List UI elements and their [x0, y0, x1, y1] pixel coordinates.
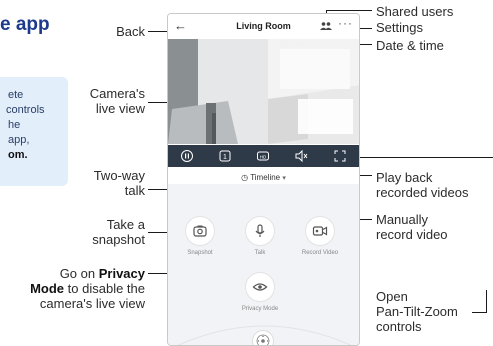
mute-icon[interactable] — [294, 149, 308, 163]
phone-screen: ← Living Room ··· 2021-06-02 13:51:27 1 … — [167, 13, 360, 346]
label-snapshot-line2: snapshot — [92, 232, 145, 247]
label-live-view-line2: live view — [95, 101, 145, 116]
record-video-button[interactable] — [305, 216, 335, 246]
snapshot-label: Snapshot — [187, 250, 213, 256]
info-box: ete controls he app, om. — [0, 77, 68, 186]
label-date-time: Date & time — [376, 38, 444, 53]
info-line-1: ete — [8, 89, 24, 101]
privacy-rest-2: camera's live view — [39, 296, 145, 311]
fullscreen-icon[interactable] — [333, 149, 347, 163]
label-snapshot-line1: Take a — [106, 217, 145, 232]
label-ptz-line1: Open — [376, 289, 408, 304]
label-settings: Settings — [376, 20, 423, 35]
label-privacy-mode: Go on Privacy Mode to disable the camera… — [20, 266, 145, 311]
leader-ptz-v — [486, 290, 487, 313]
live-view-image — [168, 39, 359, 144]
info-line-2: controls — [6, 104, 45, 116]
label-play-back-line1: Play back — [376, 170, 433, 185]
eye-icon — [252, 283, 268, 291]
info-line-5: om. — [8, 149, 28, 161]
microphone-icon — [255, 224, 265, 237]
label-talk-line2: talk — [124, 183, 145, 198]
date-time-stamp: 2021-06-02 13:51:27 — [275, 41, 355, 49]
hd-icon[interactable]: HD — [256, 149, 270, 163]
pause-icon[interactable] — [180, 149, 194, 163]
ptz-joystick-icon — [256, 334, 270, 345]
svg-text:1: 1 — [223, 154, 227, 161]
label-live-view-line1: Camera's — [89, 86, 145, 101]
more-settings-icon[interactable]: ··· — [338, 16, 353, 30]
label-ptz-line2: Pan-Tilt-Zoom — [376, 304, 458, 319]
one-x-icon[interactable]: 1 — [218, 149, 232, 163]
info-line-3: he — [8, 119, 21, 131]
leader-shared-users-h — [326, 10, 372, 11]
snapshot-button[interactable] — [185, 216, 215, 246]
record-video-label: Record Video — [301, 250, 339, 256]
info-line-4: app, — [8, 134, 30, 146]
privacy-bold-2: Mode — [30, 281, 65, 296]
label-two-way-talk: Two-way talk — [70, 168, 145, 198]
talk-label: Talk — [254, 250, 266, 256]
leader-ptz-h — [472, 312, 486, 313]
talk-button[interactable] — [245, 216, 275, 246]
label-ptz-line3: controls — [376, 319, 422, 334]
action-panel: Snapshot Talk Record Video Privacy Mode — [168, 184, 359, 345]
timeline-selector[interactable]: ◷ Timeline ▾ — [168, 173, 359, 182]
label-back: Back — [116, 24, 145, 39]
video-control-bar: 1 HD — [168, 145, 359, 167]
shared-users-icon[interactable] — [320, 22, 332, 30]
privacy-mode-button[interactable] — [245, 272, 275, 302]
record-video-icon — [312, 226, 328, 236]
privacy-bold: Privacy — [98, 266, 145, 281]
leader-control-bar — [360, 157, 493, 158]
label-manual-record: Manually record video — [376, 212, 448, 242]
svg-text:HD: HD — [260, 154, 267, 159]
ptz-control-button[interactable] — [252, 330, 274, 345]
privacy-prefix: Go on — [59, 266, 96, 281]
timeline-label: Timeline — [250, 173, 281, 182]
clock-icon: ◷ — [241, 173, 249, 182]
app-top-bar: ← Living Room ··· — [168, 14, 359, 39]
section-heading: e app — [0, 14, 50, 35]
label-talk-line1: Two-way — [93, 168, 145, 183]
label-manual-record-line2: record video — [376, 227, 448, 242]
chevron-down-icon: ▾ — [282, 175, 286, 182]
label-live-view: Camera's live view — [70, 86, 145, 116]
camera-live-view[interactable]: 2021-06-02 13:51:27 — [168, 39, 359, 144]
label-shared-users: Shared users — [376, 4, 454, 19]
label-play-back: Play back recorded videos — [376, 170, 469, 200]
camera-icon — [193, 225, 207, 237]
label-play-back-line2: recorded videos — [376, 185, 469, 200]
privacy-rest-1: to disable the — [67, 281, 145, 296]
label-manual-record-line1: Manually — [376, 212, 429, 227]
label-ptz: Open Pan-Tilt-Zoom controls — [376, 289, 458, 334]
label-snapshot: Take a snapshot — [70, 217, 145, 247]
